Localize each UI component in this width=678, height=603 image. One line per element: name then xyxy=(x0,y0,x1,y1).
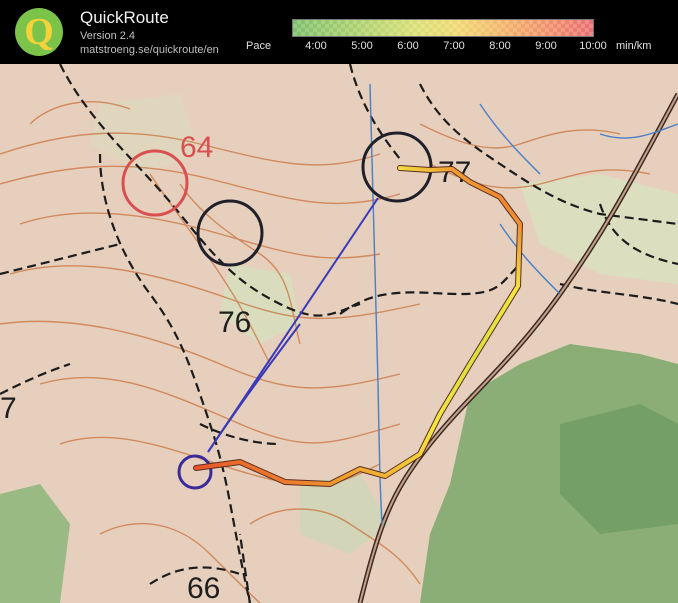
control-number-76: 76 xyxy=(218,306,251,339)
control-number-7: 7 xyxy=(0,392,17,425)
pace-label: Pace xyxy=(246,40,272,52)
pace-tick: 8:00 xyxy=(489,40,511,52)
app-title: QuickRoute xyxy=(80,8,169,27)
orienteering-map[interactable]: 64 76 77 66 7 xyxy=(0,64,678,603)
pace-tick: 9:00 xyxy=(535,40,557,52)
pace-unit: min/km xyxy=(616,40,652,52)
pace-color-scale xyxy=(292,19,594,37)
pace-tick: 6:00 xyxy=(397,40,419,52)
svg-text:Q: Q xyxy=(24,11,54,53)
pace-tick: 10:00 xyxy=(579,40,607,52)
quickroute-logo-icon: Q xyxy=(15,8,63,56)
control-number-66: 66 xyxy=(187,572,220,603)
header: Q QuickRoute Version 2.4 matstroeng.se/q… xyxy=(0,0,678,64)
pace-tick: 4:00 xyxy=(305,40,327,52)
pace-tick: 5:00 xyxy=(351,40,373,52)
app-url[interactable]: matstroeng.se/quickroute/en xyxy=(80,44,219,56)
pace-tick: 7:00 xyxy=(443,40,465,52)
control-number-64: 64 xyxy=(180,131,213,164)
quickroute-window: Q QuickRoute Version 2.4 matstroeng.se/q… xyxy=(0,0,678,603)
app-version: Version 2.4 xyxy=(80,30,136,42)
